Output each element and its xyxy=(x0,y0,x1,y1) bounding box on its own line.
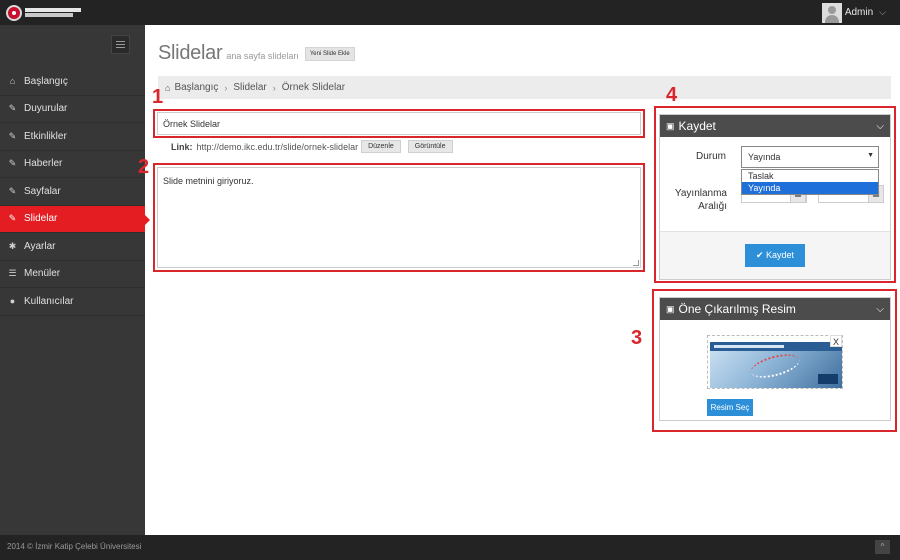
sidebar-item-baslangic[interactable]: ⌂ Başlangıç xyxy=(0,68,145,96)
breadcrumb-item-current: Örnek Slidelar xyxy=(281,82,346,93)
featured-image-thumbnail xyxy=(710,342,842,388)
annotation-number-4: 4 xyxy=(666,84,678,106)
breadcrumb-item-home[interactable]: Başlangıç xyxy=(174,82,218,93)
breadcrumb-item-slidelar[interactable]: Slidelar xyxy=(233,82,266,93)
page-header: Slidelar ana sayfa slideları Yeni Slide … xyxy=(158,42,355,65)
publish-range-label: Yayınlanma Aralığı xyxy=(674,188,727,212)
user-name: Admin xyxy=(844,7,874,18)
new-slide-button[interactable]: Yeni Slide Ekle xyxy=(304,47,355,61)
sidebar-item-label: Duyurular xyxy=(24,103,68,115)
floppy-disk-icon: ▣ xyxy=(666,120,675,131)
status-option-yayinda[interactable]: Yayında xyxy=(742,182,878,194)
link-url: http://demo.ikc.edu.tr/slide/ornek-slide… xyxy=(196,141,359,152)
remove-image-button[interactable]: X xyxy=(830,335,842,347)
sidebar-item-slidelar[interactable]: ✎ Slidelar xyxy=(0,205,150,233)
sidebar-item-haberler[interactable]: ✎ Haberler xyxy=(0,151,145,178)
edit-link-button[interactable]: Düzenle xyxy=(361,140,401,153)
scroll-to-top-button[interactable]: ^ xyxy=(875,540,890,554)
sidebar-item-label: Slidelar xyxy=(24,213,58,225)
slide-body-value: Slide metnini giriyoruz. xyxy=(163,176,254,186)
sidebar-menu: ⌂ Başlangıç ✎ Duyurular ✎ Etkinlikler ✎ Habe… xyxy=(0,68,150,316)
sidebar-item-label: Haberler xyxy=(24,158,63,170)
status-label: Durum xyxy=(696,151,727,162)
annotation-number-2: 2 xyxy=(138,156,150,178)
edit-icon: ✎ xyxy=(8,103,17,114)
sidebar-item-kullanicilar[interactable]: ● Kullanıcılar xyxy=(0,288,145,316)
chevron-down-icon[interactable]: ⌵ xyxy=(876,121,884,132)
breadcrumb-separator: › xyxy=(224,82,228,93)
sidebar-item-label: Menüler xyxy=(24,268,61,280)
sidebar: ⌂ Başlangıç ✎ Duyurular ✎ Etkinlikler ✎ Habe… xyxy=(0,25,150,535)
sidebar-item-menuler[interactable]: ☰ Menüler xyxy=(0,261,145,288)
sidebar-item-duyurular[interactable]: ✎ Duyurular xyxy=(0,96,145,123)
user-menu[interactable]: Admin ⌵ xyxy=(821,2,886,23)
sidebar-item-label: Etkinlikler xyxy=(24,130,67,142)
permalink-row: Link: http://demo.ikc.edu.tr/slide/ornek… xyxy=(171,140,453,153)
save-panel-header[interactable]: ▣ Kaydet ⌵ xyxy=(660,115,890,137)
featured-image-preview: X xyxy=(707,335,843,389)
dropdown-arrow-icon: ▼ xyxy=(867,152,874,159)
save-panel-title: Kaydet xyxy=(678,119,716,133)
status-select[interactable]: Yayında ▼ xyxy=(741,146,879,168)
copyright-text: 2014 © İzmir Katip Çelebi Üniversitesi xyxy=(7,542,142,551)
sidebar-item-ayarlar[interactable]: ✱ Ayarlar xyxy=(0,233,145,261)
university-wordmark xyxy=(25,8,81,17)
view-link-button[interactable]: Görüntüle xyxy=(407,140,453,153)
link-label: Link: xyxy=(171,141,193,152)
avatar xyxy=(821,2,842,23)
image-icon: ▣ xyxy=(666,303,675,314)
featured-image-panel-title: Öne Çıkarılmış Resim xyxy=(678,302,796,316)
annotation-number-3: 3 xyxy=(631,327,643,349)
sidebar-item-label: Ayarlar xyxy=(24,240,56,252)
slide-title-value: Örnek Slidelar xyxy=(163,118,221,129)
page-title: Slidelar xyxy=(158,42,223,64)
annotation-number-1: 1 xyxy=(152,86,164,108)
sidebar-item-etkinlikler[interactable]: ✎ Etkinlikler xyxy=(0,123,145,151)
breadcrumb-separator: › xyxy=(272,82,276,93)
list-icon: ☰ xyxy=(8,268,17,279)
slide-title-input[interactable]: Örnek Slidelar xyxy=(157,112,641,135)
save-panel-footer: ✔ Kaydet xyxy=(660,231,890,279)
featured-image-panel-header[interactable]: ▣ Öne Çıkarılmış Resim ⌵ xyxy=(660,298,890,320)
sidebar-item-label: Sayfalar xyxy=(24,185,61,197)
slide-body-textarea[interactable]: Slide metnini giriyoruz. xyxy=(157,167,641,268)
edit-icon: ✎ xyxy=(8,185,17,196)
sidebar-item-label: Kullanıcılar xyxy=(24,295,74,307)
status-selected-value: Yayında xyxy=(748,152,781,162)
chevron-down-icon: ⌵ xyxy=(879,7,886,17)
university-logo[interactable] xyxy=(6,3,84,22)
choose-image-button[interactable]: Resim Seç xyxy=(707,399,753,416)
featured-image-panel: ▣ Öne Çıkarılmış Resim ⌵ X Resim Seç xyxy=(659,297,891,421)
footer: 2014 © İzmir Katip Çelebi Üniversitesi ^ xyxy=(0,535,900,560)
breadcrumb: ⌂ Başlangıç › Slidelar › Örnek Slidelar xyxy=(158,76,891,99)
page-subtitle: ana sayfa slideları xyxy=(226,51,299,61)
university-seal-icon xyxy=(6,4,22,21)
sidebar-toggle-button[interactable] xyxy=(111,35,130,54)
status-option-taslak[interactable]: Taslak xyxy=(742,170,878,182)
sidebar-item-sayfalar[interactable]: ✎ Sayfalar xyxy=(0,178,145,206)
edit-icon: ✎ xyxy=(8,158,17,169)
chevron-down-icon[interactable]: ⌵ xyxy=(876,304,884,315)
user-icon: ● xyxy=(9,296,16,307)
save-panel: ▣ Kaydet ⌵ Durum Yayında ▼ Yayınlanma Ar… xyxy=(659,114,891,280)
resize-handle[interactable] xyxy=(633,260,639,266)
sidebar-item-label: Başlangıç xyxy=(24,75,68,87)
status-dropdown-list: Taslak Yayında xyxy=(741,169,879,195)
home-icon: ⌂ xyxy=(165,82,171,93)
home-icon: ⌂ xyxy=(9,76,16,87)
edit-icon: ✎ xyxy=(8,213,17,224)
edit-icon: ✎ xyxy=(8,130,17,141)
top-bar: Admin ⌵ xyxy=(0,0,900,25)
asterisk-icon: ✱ xyxy=(8,240,17,251)
save-button[interactable]: ✔ Kaydet xyxy=(745,244,805,267)
